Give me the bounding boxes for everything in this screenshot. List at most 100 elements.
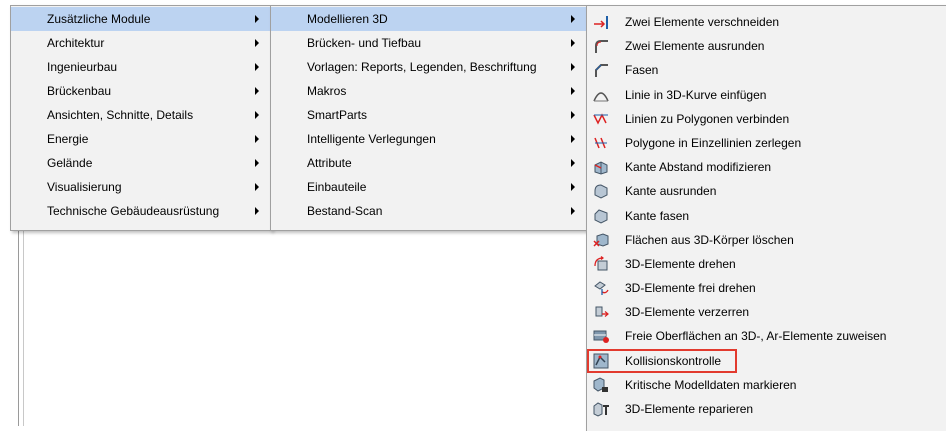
menu3-item-kante-fasen[interactable]: Kante fasen <box>587 204 946 228</box>
menu-item-label: 3D-Elemente verzerren <box>625 305 750 320</box>
menu-item-label: Ansichten, Schnitte, Details <box>47 108 194 122</box>
repair-3d-icon <box>593 401 609 417</box>
menu-item-label: Polygone in Einzellinien zerlegen <box>625 135 802 150</box>
insert-3d-curve-icon <box>593 87 609 103</box>
canvas-border-left <box>18 231 19 426</box>
menu1-item-zusaetzliche-module[interactable]: Zusätzliche Module <box>11 7 271 31</box>
menu-item-label: Fasen <box>625 63 659 78</box>
submenu-arrow-icon <box>255 39 259 47</box>
menu1-item-ansichten[interactable]: Ansichten, Schnitte, Details <box>11 103 271 127</box>
explode-polygon-icon <box>593 135 609 151</box>
menu3-item-linien-polygone-verbinden[interactable]: Linien zu Polygonen verbinden <box>587 107 946 131</box>
menu3-item-linie-3d-kurve[interactable]: Linie in 3D-Kurve einfügen <box>587 83 946 107</box>
menu3-item-kritische-modelldaten[interactable]: Kritische Modelldaten markieren <box>587 373 946 397</box>
rotate-3d-icon <box>593 255 609 272</box>
menu3-item-zwei-elemente-verschneiden[interactable]: Zwei Elemente verschneiden <box>587 10 946 34</box>
menu1-item-ingenieurbau[interactable]: Ingenieurbau <box>11 55 271 79</box>
menu-item-label: Energie <box>47 132 89 146</box>
menu-item-label: Visualisierung <box>47 180 122 194</box>
submenu-arrow-icon <box>255 111 259 119</box>
mark-critical-data-icon <box>593 377 609 393</box>
menu-item-label: Brücken- und Tiefbau <box>307 36 422 50</box>
menu2-item-modellieren-3d[interactable]: Modellieren 3D <box>271 7 587 31</box>
menu-item-label: Bestand-Scan <box>307 204 383 218</box>
menu2-item-intelligente-verlegungen[interactable]: Intelligente Verlegungen <box>271 127 587 151</box>
collision-check-icon <box>593 353 609 369</box>
menu-item-label: SmartParts <box>307 108 368 122</box>
submenu-arrow-icon <box>571 207 575 215</box>
menu3-item-3d-drehen[interactable]: 3D-Elemente drehen <box>587 252 946 276</box>
menu2-item-vorlagen[interactable]: Vorlagen: Reports, Legenden, Beschriftun… <box>271 55 587 79</box>
menu-item-label: Kante ausrunden <box>625 184 717 199</box>
submenu-arrow-icon <box>255 63 259 71</box>
menu-item-label: Linie in 3D-Kurve einfügen <box>625 87 767 102</box>
fillet-elements-icon <box>593 38 609 54</box>
menu-item-label: 3D-Elemente drehen <box>625 256 736 271</box>
menu3-item-fasen[interactable]: Fasen <box>587 58 946 82</box>
menu3-item-zwei-elemente-ausrunden[interactable]: Zwei Elemente ausrunden <box>587 34 946 58</box>
menu3-item-3d-frei-drehen[interactable]: 3D-Elemente frei drehen <box>587 276 946 300</box>
menu-modellieren-3d-submenu: Zwei Elemente verschneiden Zwei Elemente… <box>586 5 946 431</box>
submenu-arrow-icon <box>255 87 259 95</box>
canvas-border-left-inner <box>23 231 24 426</box>
menu-item-label: Zwei Elemente verschneiden <box>625 15 780 29</box>
submenu-arrow-icon <box>255 15 259 23</box>
menu3-item-freie-oberflaechen[interactable]: Freie Oberflächen an 3D-, Ar-Elemente zu… <box>587 324 946 348</box>
menu-item-label: Makros <box>307 84 347 98</box>
join-polygon-icon <box>593 111 609 127</box>
menu1-item-architektur[interactable]: Architektur <box>11 31 271 55</box>
menu-item-label: Ingenieurbau <box>47 60 118 74</box>
menu3-item-3d-verzerren[interactable]: 3D-Elemente verzerren <box>587 300 946 324</box>
menu2-item-attribute[interactable]: Attribute <box>271 151 587 175</box>
menu3-item-flaechen-loeschen[interactable]: Flächen aus 3D-Körper löschen <box>587 228 946 252</box>
chamfer-icon <box>593 62 609 78</box>
assign-surface-icon <box>593 328 609 344</box>
menu-item-label: Modellieren 3D <box>307 12 388 26</box>
submenu-arrow-icon <box>571 183 575 191</box>
edge-chamfer-icon <box>593 208 609 224</box>
menu-item-label: Architektur <box>47 36 105 50</box>
menu-item-label: 3D-Elemente frei drehen <box>625 281 756 296</box>
intersect-elements-icon <box>593 14 609 30</box>
menu-item-label: Kollisionskontrolle <box>625 353 722 368</box>
menu3-item-polygone-zerlegen[interactable]: Polygone in Einzellinien zerlegen <box>587 131 946 155</box>
menu-item-label: Einbauteile <box>307 180 367 194</box>
submenu-arrow-icon <box>255 159 259 167</box>
submenu-arrow-icon <box>571 159 575 167</box>
delete-faces-icon <box>593 232 609 248</box>
submenu-arrow-icon <box>571 111 575 119</box>
menu-item-label: Vorlagen: Reports, Legenden, Beschriftun… <box>307 60 537 74</box>
menu1-item-gelaende[interactable]: Gelände <box>11 151 271 175</box>
free-rotate-3d-icon <box>593 280 609 296</box>
menu-item-label: Brückenbau <box>47 84 112 98</box>
submenu-arrow-icon <box>571 63 575 71</box>
submenu-arrow-icon <box>571 15 575 23</box>
menu3-item-kante-abstand[interactable]: Kante Abstand modifizieren <box>587 155 946 179</box>
edge-offset-icon <box>593 159 609 175</box>
menu-zusaetzliche-module-parent: Zusätzliche Module Architektur Ingenieur… <box>10 5 272 231</box>
submenu-arrow-icon <box>255 135 259 143</box>
menu3-item-3d-reparieren[interactable]: 3D-Elemente reparieren <box>587 397 946 421</box>
menu-item-label: Flächen aus 3D-Körper löschen <box>625 232 794 247</box>
menu-item-label: Attribute <box>307 156 352 170</box>
menu-zusaetzliche-module-submenu: Modellieren 3D Brücken- und Tiefbau Vorl… <box>270 5 588 231</box>
menu1-item-visualisierung[interactable]: Visualisierung <box>11 175 271 199</box>
menu-item-label: Freie Oberflächen an 3D-, Ar-Elemente zu… <box>625 329 887 344</box>
menu3-item-kollisionskontrolle[interactable]: Kollisionskontrolle <box>587 348 946 373</box>
menu2-item-smartparts[interactable]: SmartParts <box>271 103 587 127</box>
menu1-item-energie[interactable]: Energie <box>11 127 271 151</box>
menu1-item-brueckenbau[interactable]: Brückenbau <box>11 79 271 103</box>
menu3-item-kante-ausrunden[interactable]: Kante ausrunden <box>587 179 946 203</box>
menu-item-label: Gelände <box>47 156 93 170</box>
menu2-item-bruecken-tiefbau[interactable]: Brücken- und Tiefbau <box>271 31 587 55</box>
menu-item-label: Zusätzliche Module <box>47 12 151 26</box>
menu2-item-einbauteile[interactable]: Einbauteile <box>271 175 587 199</box>
menu-item-label: Zwei Elemente ausrunden <box>625 39 765 54</box>
menu1-item-tga[interactable]: Technische Gebäudeausrüstung <box>11 199 271 223</box>
menu2-item-makros[interactable]: Makros <box>271 79 587 103</box>
menu-item-label: Kritische Modelldaten markieren <box>625 377 797 392</box>
edge-fillet-icon <box>593 183 609 199</box>
menu2-item-bestand-scan[interactable]: Bestand-Scan <box>271 199 587 223</box>
submenu-arrow-icon <box>571 39 575 47</box>
menu-item-label: Intelligente Verlegungen <box>307 132 436 146</box>
